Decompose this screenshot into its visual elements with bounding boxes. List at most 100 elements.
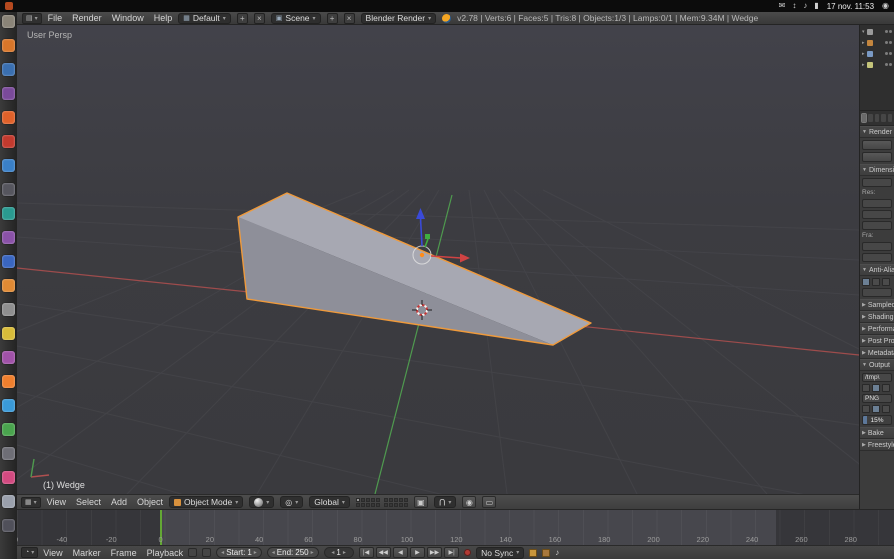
launcher-icon[interactable] [2,63,15,76]
use-preview-range-toggle[interactable] [188,548,197,557]
output-path-field[interactable]: /tmp\ [862,373,892,382]
panel-section-sampled-motion-blur[interactable]: ▶ Sampled Motion Blur [860,299,894,311]
visibility-icon[interactable] [885,63,888,66]
color-bw-toggle[interactable] [862,405,870,413]
layer-toggle[interactable] [361,503,365,507]
editor-type-button[interactable]: ◔ ▾ [21,547,38,558]
color-rgb-toggle[interactable] [872,405,880,413]
menu-item[interactable]: Render [72,13,102,23]
playback-button[interactable]: ◀ [393,547,408,558]
tray-icon[interactable]: ▮ [814,1,818,11]
opengl-render-anim-button[interactable]: ▭ [482,496,496,508]
end-frame-field[interactable]: ◂ End: 250 ▸ [267,547,319,558]
panel-section-performance[interactable]: ▶ Performance [860,323,894,335]
screen-layout-dropdown[interactable]: ▦ Default ▾ [178,13,231,24]
launcher-icon[interactable] [2,303,15,316]
visibility-icon[interactable] [885,52,888,55]
menu-item[interactable]: Object [137,497,163,507]
outliner-row[interactable]: ▸ [862,49,892,58]
transform-orientation-dropdown[interactable]: Global ▾ [309,496,350,508]
keying-set-icon[interactable] [529,549,537,557]
playback-button[interactable]: ▶ [410,547,425,558]
increment-icon[interactable]: ▸ [254,549,257,556]
resolution-y-field[interactable] [862,210,892,219]
layer-toggle[interactable] [356,503,360,507]
add-scene-button[interactable]: + [327,13,338,24]
layer-toggle[interactable] [371,498,375,502]
menu-item[interactable]: Frame [111,548,137,558]
layer-toggle[interactable] [384,498,388,502]
tab-object[interactable] [888,114,892,122]
disclosure-icon[interactable]: ▾ [862,29,865,35]
render-engine-dropdown[interactable]: Blender Render ▾ [361,13,437,24]
launcher-icon[interactable] [2,375,15,388]
menu-item[interactable]: View [47,497,66,507]
tray-icon[interactable]: ✉ [779,1,786,11]
menu-item[interactable]: Window [112,13,144,23]
scene-lock-button[interactable]: ▣ [414,496,428,508]
launcher-icon[interactable] [2,15,15,28]
launcher-icon[interactable] [2,279,15,292]
current-frame-field[interactable]: ◂ 1 ▸ [324,547,354,558]
manipulator-x-arrowhead[interactable] [460,254,470,263]
outliner-row[interactable]: ▾ [862,27,892,36]
menu-item[interactable]: Select [76,497,101,507]
outliner-panel[interactable]: ▾ ▸ ▸ ▸ [859,25,894,111]
aa-samples-toggle[interactable] [872,278,880,286]
launcher-icon[interactable] [2,399,15,412]
file-format-dropdown[interactable]: PNG [862,394,892,403]
launcher-icon[interactable] [2,327,15,340]
render-preset-dropdown[interactable] [862,178,892,187]
disclosure-icon[interactable]: ▸ [862,51,865,57]
3d-viewport[interactable]: User Persp (1) Wedge [17,25,859,494]
decrement-icon[interactable]: ◂ [331,549,334,556]
manipulator-y-handle[interactable] [425,234,430,239]
increment-icon[interactable]: ▸ [311,549,314,556]
launcher-icon[interactable] [2,447,15,460]
playback-button[interactable]: ◀◀ [376,547,391,558]
tab-render[interactable] [862,114,866,122]
launcher-icon[interactable] [2,495,15,508]
launcher-icon[interactable] [2,207,15,220]
layer-toggle[interactable] [361,498,365,502]
panel-section-post-processing[interactable]: ▶ Post Processing [860,335,894,347]
panel-section-metadata[interactable]: ▶ Metadata [860,347,894,359]
tab-world[interactable] [881,114,885,122]
snap-dropdown[interactable]: U ▾ [434,496,457,508]
launcher-icon[interactable] [2,255,15,268]
layer-toggle[interactable] [376,503,380,507]
render-button[interactable] [862,140,892,150]
tray-icon[interactable]: ♪ [803,1,807,11]
menu-item[interactable]: Marker [73,548,101,558]
layer-toggle[interactable] [394,498,398,502]
playback-button[interactable]: ▶▶ [427,547,442,558]
panel-section-anti-aliasing[interactable]: ▼ Anti-Aliasing [860,264,894,276]
layer-toggle[interactable] [366,498,370,502]
menu-item[interactable]: View [43,548,62,558]
menu-item[interactable]: Playback [147,548,184,558]
record-button[interactable] [464,549,471,556]
layer-toggle[interactable] [389,498,393,502]
layer-toggle[interactable] [366,503,370,507]
lock-time-toggle[interactable] [202,548,211,557]
tab-render-layers[interactable] [868,114,872,122]
layer-toggle[interactable] [404,498,408,502]
disclosure-icon[interactable]: ▸ [862,62,865,68]
visibility-icon[interactable] [885,41,888,44]
session-menu-icon[interactable]: ◉ [882,1,889,11]
launcher-icon[interactable] [2,183,15,196]
opengl-render-button[interactable]: ◉ [462,496,476,508]
add-layout-button[interactable]: + [237,13,248,24]
animation-button[interactable] [862,152,892,162]
outliner-row[interactable]: ▸ [862,38,892,47]
layer-toggle[interactable] [399,498,403,502]
timeline-ruler[interactable]: -60-40-200204060801001201401601802002202… [17,509,894,545]
menu-item[interactable]: File [48,13,63,23]
color-rgba-toggle[interactable] [882,405,890,413]
app-indicator-icon[interactable] [5,2,13,10]
launcher-icon[interactable] [2,519,15,532]
layer-toggle[interactable] [356,498,360,502]
viewport-shading-dropdown[interactable]: ▾ [249,496,274,508]
launcher-icon[interactable] [2,39,15,52]
playback-button[interactable]: |◀ [359,547,374,558]
